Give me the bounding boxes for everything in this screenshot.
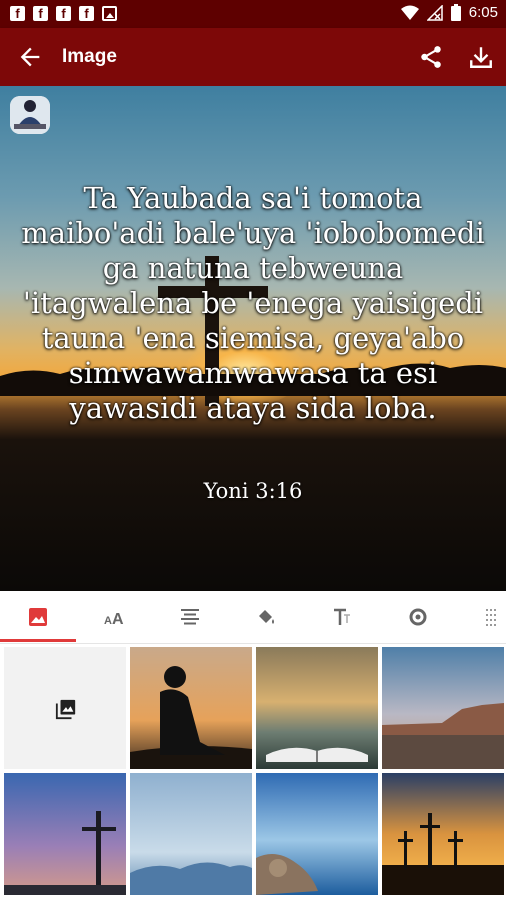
notification-icons: f f f f [10,6,117,21]
background-grid [0,644,506,900]
facebook-notification-icon: f [79,6,94,21]
text-style-icon[interactable] [330,605,354,629]
background-thumbnail[interactable] [382,647,504,769]
facebook-notification-icon: f [10,6,25,21]
verse-reference[interactable]: Yoni 3:16 [0,479,506,503]
paint-bucket-icon[interactable] [254,605,278,629]
align-icon[interactable] [178,605,202,629]
page-title: Image [62,46,117,67]
image-notification-icon [102,6,117,21]
gallery-button[interactable] [4,647,126,769]
selected-tab-indicator [0,639,76,642]
svg-text:A: A [104,615,112,627]
verse-image-preview: Ta Yaubada sa'i tomota maibo'adi bale'uy… [0,86,506,591]
facebook-notification-icon: f [33,6,48,21]
verse-text[interactable]: Ta Yaubada sa'i tomota maibo'adi bale'uy… [20,181,486,426]
download-icon[interactable] [468,44,494,70]
background-thumbnail[interactable] [130,773,252,895]
clock: 6:05 [468,4,498,21]
background-thumbnail[interactable] [382,773,504,895]
facebook-notification-icon: f [56,6,71,21]
wifi-icon [400,5,419,20]
texture-icon[interactable] [484,605,506,629]
settings-icon[interactable] [406,605,430,629]
no-signal-icon [426,4,443,21]
battery-icon [450,4,461,21]
background-thumbnail[interactable] [130,647,252,769]
background-thumbnail[interactable] [4,773,126,895]
svg-text:A: A [112,611,124,628]
background-thumbnail[interactable] [256,773,378,895]
app-bar: Image [0,28,506,86]
photo-library-icon [55,699,76,720]
avatar [10,96,50,134]
editor-toolbar: AA [0,591,506,644]
background-thumbnail[interactable] [256,647,378,769]
font-size-icon[interactable]: AA [102,605,126,629]
image-icon[interactable] [26,605,50,629]
system-status: 6:05 [400,4,498,21]
share-icon[interactable] [418,44,444,70]
back-arrow-icon[interactable] [16,43,44,71]
status-bar: f f f f 6:05 [0,0,506,28]
